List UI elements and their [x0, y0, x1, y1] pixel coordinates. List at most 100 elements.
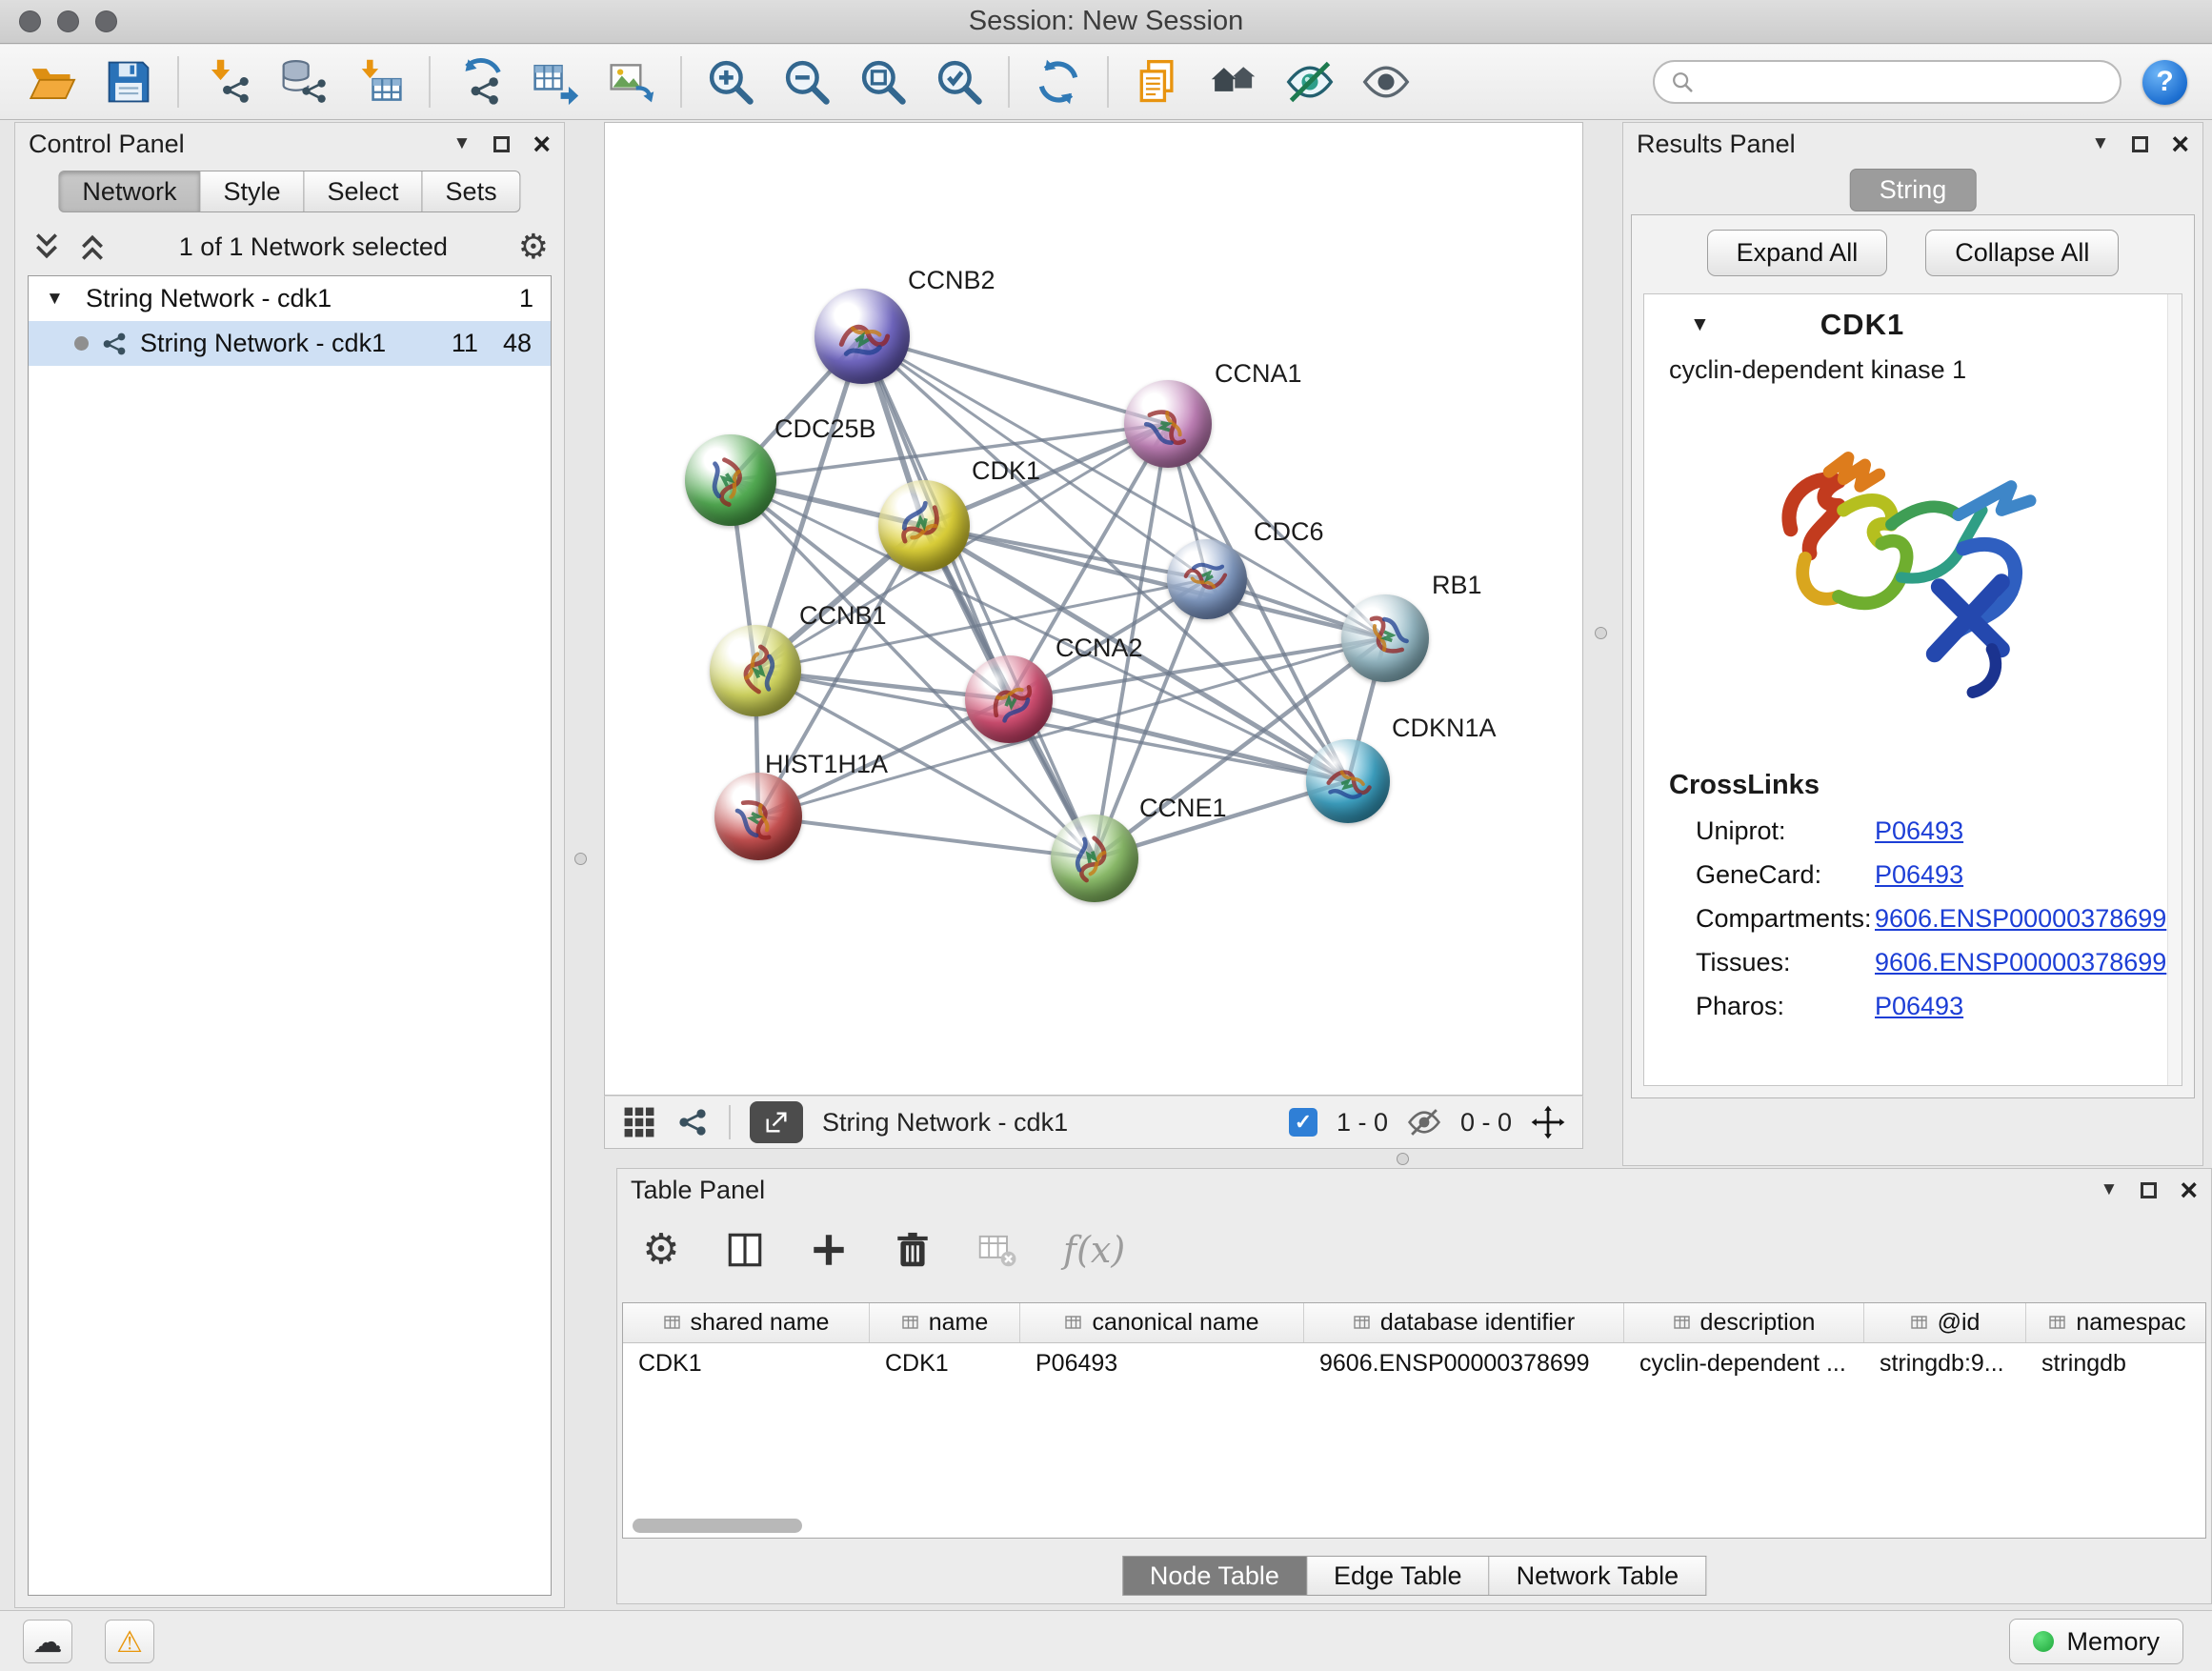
column-header-description[interactable]: description	[1624, 1303, 1864, 1342]
column-header-name[interactable]: name	[870, 1303, 1020, 1342]
apply-preferred-layout-button[interactable]	[1031, 54, 1086, 110]
network-node-ccna1[interactable]	[1124, 380, 1212, 468]
memory-button[interactable]: Memory	[2009, 1619, 2183, 1664]
left-splitter-handle[interactable]	[574, 853, 587, 865]
tab-select[interactable]: Select	[304, 171, 422, 212]
column-header-database-identifier[interactable]: database identifier	[1304, 1303, 1624, 1342]
network-canvas[interactable]: CCNB2CCNA1CDC25BCDK1CDC6RB1CCNB1CCNA2CDK…	[604, 122, 1583, 1096]
table-row[interactable]: CDK1CDK1P064939606.ENSP00000378699cyclin…	[623, 1343, 2205, 1383]
network-node-rb1[interactable]	[1341, 594, 1429, 682]
crosslink-value-link[interactable]: 9606.ENSP00000378699	[1875, 948, 2166, 977]
table-cell[interactable]: 9606.ENSP00000378699	[1304, 1343, 1624, 1383]
open-in-new-button[interactable]	[750, 1101, 803, 1143]
tree-expand-arrow[interactable]: ▼	[46, 289, 74, 310]
network-overview-button[interactable]	[675, 1105, 710, 1139]
export-table-button[interactable]	[528, 54, 583, 110]
show-labels-toggle-button[interactable]	[1358, 54, 1414, 110]
panel-collapse-icon[interactable]: ▼	[2101, 1179, 2119, 1200]
bottom-splitter-handle[interactable]	[1397, 1153, 1409, 1165]
crosslink-value-link[interactable]: P06493	[1875, 816, 1963, 846]
delete-column-button[interactable]	[888, 1225, 937, 1275]
string-home-button[interactable]	[1206, 54, 1261, 110]
save-session-button[interactable]	[101, 54, 156, 110]
show-columns-button[interactable]	[720, 1225, 770, 1275]
table-horizontal-scrollbar[interactable]	[633, 1519, 802, 1533]
column-header-shared-name[interactable]: shared name	[623, 1303, 870, 1342]
right-splitter-handle[interactable]	[1595, 627, 1607, 639]
panel-close-icon[interactable]: ×	[533, 129, 551, 159]
selected-checkbox-icon[interactable]: ✓	[1289, 1108, 1317, 1137]
open-session-button[interactable]	[25, 54, 80, 110]
fit-selected-crosshair-button[interactable]	[1531, 1105, 1565, 1139]
table-settings-gear-button[interactable]: ⚙	[636, 1225, 686, 1275]
network-node-ccne1[interactable]	[1051, 815, 1138, 902]
panel-collapse-icon[interactable]: ▼	[453, 133, 472, 154]
grid-view-button[interactable]	[622, 1105, 656, 1139]
gene-header-row[interactable]: ▼ CDK1	[1644, 298, 2182, 352]
expand-all-chevron-icon[interactable]	[30, 230, 63, 264]
panel-collapse-icon[interactable]: ▼	[2092, 133, 2110, 154]
table-cell[interactable]: stringdb	[2026, 1343, 2206, 1383]
network-node-ccnb1[interactable]	[710, 625, 801, 716]
crosslink-value-link[interactable]: 9606.ENSP00000378699	[1875, 904, 2166, 934]
documents-button[interactable]	[1130, 54, 1185, 110]
collapse-all-chevron-icon[interactable]	[76, 230, 109, 264]
import-network-from-database-button[interactable]	[276, 54, 332, 110]
tab-network[interactable]: Network	[58, 171, 200, 212]
table-cell[interactable]: P06493	[1020, 1343, 1304, 1383]
tab-node-table[interactable]: Node Table	[1122, 1556, 1307, 1596]
results-scrollbar[interactable]	[2167, 294, 2182, 1085]
warnings-button[interactable]: ⚠	[105, 1620, 154, 1663]
window-zoom-button[interactable]	[95, 10, 117, 32]
panel-float-icon[interactable]	[2141, 1182, 2157, 1198]
column-header-namespac[interactable]: namespac	[2026, 1303, 2206, 1342]
import-network-from-file-button[interactable]	[200, 54, 255, 110]
import-table-from-file-button[interactable]	[352, 54, 408, 110]
table-cell[interactable]: cyclin-dependent ...	[1624, 1343, 1864, 1383]
tab-sets[interactable]: Sets	[423, 171, 521, 212]
table-cell[interactable]: CDK1	[623, 1343, 870, 1383]
zoom-fit-button[interactable]	[855, 54, 911, 110]
window-minimize-button[interactable]	[57, 10, 79, 32]
network-node-cdc25b[interactable]	[685, 434, 776, 526]
network-node-ccnb2[interactable]	[814, 289, 910, 384]
export-image-button[interactable]	[604, 54, 659, 110]
search-input[interactable]	[1704, 68, 2104, 97]
help-button[interactable]: ?	[2142, 60, 2187, 105]
tab-string[interactable]: String	[1850, 169, 1977, 211]
tab-network-table[interactable]: Network Table	[1490, 1556, 1707, 1596]
cloud-button[interactable]: ☁	[23, 1620, 72, 1663]
window-close-button[interactable]	[19, 10, 41, 32]
network-node-cdkn1a[interactable]	[1306, 739, 1390, 823]
search-box[interactable]	[1653, 60, 2122, 104]
tab-style[interactable]: Style	[200, 171, 304, 212]
zoom-out-button[interactable]	[779, 54, 835, 110]
table-cell[interactable]: stringdb:9...	[1864, 1343, 2026, 1383]
gene-collapse-arrow-icon[interactable]: ▼	[1690, 313, 1710, 336]
network-row[interactable]: String Network - cdk1 11 48	[29, 321, 551, 366]
column-header--id[interactable]: @id	[1864, 1303, 2026, 1342]
hidden-eye-button[interactable]	[1407, 1105, 1441, 1139]
expand-all-button[interactable]: Expand All	[1707, 230, 1888, 276]
zoom-selected-button[interactable]	[932, 54, 987, 110]
panel-close-icon[interactable]: ×	[2171, 129, 2189, 159]
network-collection-row[interactable]: ▼ String Network - cdk1 1	[29, 276, 551, 321]
panel-close-icon[interactable]: ×	[2180, 1175, 2198, 1205]
function-builder-button[interactable]: f(x)	[1063, 1229, 1125, 1271]
tab-edge-table[interactable]: Edge Table	[1307, 1556, 1490, 1596]
zoom-in-button[interactable]	[703, 54, 758, 110]
panel-float-icon[interactable]	[2132, 136, 2148, 152]
crosslink-value-link[interactable]: P06493	[1875, 992, 1963, 1021]
crosslink-value-link[interactable]: P06493	[1875, 860, 1963, 890]
network-options-gear-button[interactable]: ⚙	[518, 230, 549, 264]
add-column-button[interactable]	[804, 1225, 854, 1275]
column-header-canonical-name[interactable]: canonical name	[1020, 1303, 1304, 1342]
collapse-all-button[interactable]: Collapse All	[1925, 230, 2119, 276]
new-network-from-selection-button[interactable]	[452, 54, 507, 110]
window-titlebar[interactable]: Session: New Session	[0, 0, 2212, 44]
network-node-cdk1[interactable]	[878, 480, 970, 572]
network-node-cdc6[interactable]	[1167, 539, 1247, 619]
network-node-ccna2[interactable]	[965, 655, 1053, 743]
network-node-hist1h1a[interactable]	[714, 773, 802, 860]
glassball-toggle-button[interactable]	[1282, 54, 1337, 110]
